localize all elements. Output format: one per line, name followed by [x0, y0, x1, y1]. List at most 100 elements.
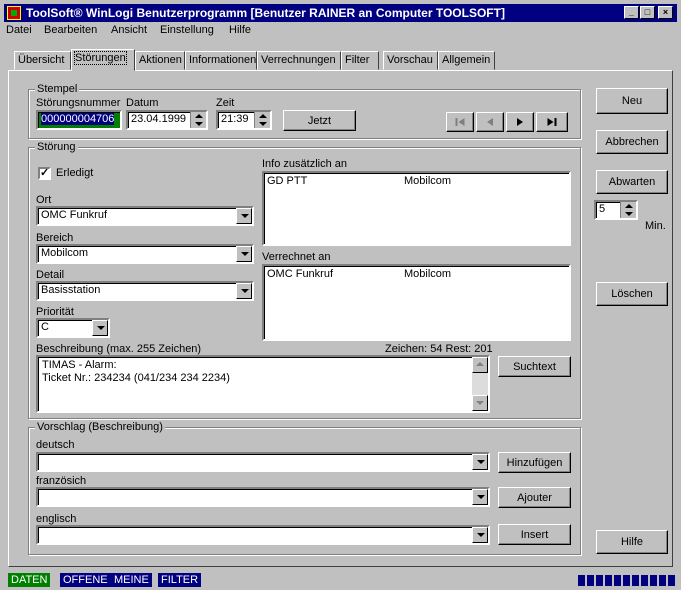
- franzoesisch-label: französich: [36, 475, 87, 487]
- neu-button[interactable]: Neu: [596, 88, 668, 114]
- bereich-select[interactable]: Mobilcom: [36, 244, 254, 264]
- tab-label: Übersicht: [18, 54, 65, 66]
- prioritaet-select[interactable]: C: [36, 318, 110, 338]
- beschreibung-label: Beschreibung (max. 255 Zeichen): [36, 343, 202, 355]
- erledigt-label: Erledigt: [56, 167, 94, 179]
- ajouter-button-label: Ajouter: [517, 491, 552, 504]
- abwarten-minutes-value: 5: [599, 203, 606, 215]
- loeschen-button-label: Löschen: [611, 288, 653, 300]
- tab-label: Verrechnungen: [261, 54, 336, 66]
- jetzt-button[interactable]: Jetzt: [283, 110, 356, 131]
- app-icon[interactable]: [7, 6, 21, 20]
- abwarten-spinner[interactable]: [620, 202, 636, 218]
- tab-vorschau[interactable]: Vorschau: [383, 51, 438, 70]
- hilfe-button-label: Hilfe: [620, 536, 643, 548]
- tab-aktionen[interactable]: Aktionen: [135, 51, 185, 70]
- menu-datei[interactable]: Datei: [6, 24, 32, 36]
- franzoesisch-dropdown-icon[interactable]: [472, 489, 488, 505]
- progress-block: [632, 575, 639, 586]
- abbrechen-button[interactable]: Abbrechen: [596, 130, 668, 154]
- abbrechen-button-label: Abbrechen: [605, 136, 659, 148]
- detail-select[interactable]: Basisstation: [36, 281, 254, 301]
- franzoesisch-select[interactable]: [36, 487, 490, 507]
- next-record-button[interactable]: [506, 112, 534, 132]
- minimize-button[interactable]: _: [624, 6, 639, 19]
- status-filter[interactable]: FILTER: [158, 573, 202, 587]
- ort-select[interactable]: OMC Funkruf: [36, 206, 254, 226]
- ort-dropdown-icon[interactable]: [236, 208, 252, 224]
- abwarten-button[interactable]: Abwarten: [596, 170, 668, 194]
- menu-einstellung[interactable]: Einstellung: [160, 24, 214, 36]
- stoerungsnummer-value: 000000004706: [41, 113, 115, 125]
- prioritaet-dropdown-icon[interactable]: [92, 320, 108, 336]
- zeit-field[interactable]: 21:39: [216, 110, 272, 130]
- progress-block: [623, 575, 630, 586]
- deutsch-select[interactable]: [36, 452, 490, 472]
- info-label: Info zusätzlich an: [262, 158, 347, 170]
- next-record-icon: [517, 118, 523, 126]
- suchtext-button-label: Suchtext: [513, 360, 556, 373]
- close-button[interactable]: ×: [658, 6, 673, 19]
- loeschen-button[interactable]: Löschen: [596, 282, 668, 306]
- status-daten[interactable]: DATEN: [8, 573, 51, 587]
- suchtext-button[interactable]: Suchtext: [498, 356, 571, 377]
- scroll-down-icon[interactable]: [472, 395, 488, 411]
- info-row-name[interactable]: GD PTT: [267, 175, 307, 187]
- tab-label: Filter: [345, 54, 370, 66]
- menu-hilfe[interactable]: Hilfe: [229, 24, 251, 36]
- englisch-dropdown-icon[interactable]: [472, 527, 488, 543]
- stempel-legend: Stempel: [35, 83, 80, 95]
- verrechnet-row-company[interactable]: Mobilcom: [404, 268, 451, 280]
- abwarten-minutes-field[interactable]: 5: [594, 200, 638, 220]
- menu-bearbeiten[interactable]: Bearbeiten: [44, 24, 97, 36]
- ajouter-button[interactable]: Ajouter: [498, 487, 571, 508]
- scroll-up-icon[interactable]: [472, 357, 488, 373]
- tab-informationen[interactable]: Informationen: [185, 51, 257, 70]
- maximize-button[interactable]: □: [640, 6, 655, 19]
- stoerungsnummer-label: Störungsnummer: [36, 97, 121, 109]
- erledigt-checkbox[interactable]: ✓: [38, 167, 51, 180]
- tab-label: Aktionen: [139, 54, 182, 66]
- tab-allgemein[interactable]: Allgemein: [438, 51, 495, 70]
- hilfe-button[interactable]: Hilfe: [596, 530, 668, 554]
- zeit-spinner[interactable]: [254, 112, 270, 128]
- hinzufuegen-button[interactable]: Hinzufügen: [498, 452, 571, 473]
- prioritaet-value: C: [41, 321, 49, 333]
- ort-value: OMC Funkruf: [41, 209, 108, 221]
- status-offene[interactable]: OFFENE: [60, 573, 111, 587]
- progress-block: [596, 575, 603, 586]
- menu-ansicht[interactable]: Ansicht: [111, 24, 147, 36]
- tab-verrechnungen[interactable]: Verrechnungen: [257, 51, 341, 70]
- verrechnet-row-name[interactable]: OMC Funkruf: [267, 268, 333, 280]
- progress-block: [605, 575, 612, 586]
- datum-spinner[interactable]: [190, 112, 206, 128]
- tab-label: Störungen: [74, 51, 127, 65]
- prev-record-icon: [487, 118, 493, 126]
- deutsch-dropdown-icon[interactable]: [472, 454, 488, 470]
- prev-record-button[interactable]: [476, 112, 504, 132]
- tab-stoerungen[interactable]: Störungen: [71, 49, 135, 71]
- verrechnet-label: Verrechnet an: [262, 251, 331, 263]
- info-row-company[interactable]: Mobilcom: [404, 175, 451, 187]
- vorschlag-legend: Vorschlag (Beschreibung): [35, 421, 165, 433]
- verrechnet-listbox[interactable]: OMC Funkruf Mobilcom: [262, 264, 571, 341]
- tab-filter[interactable]: Filter: [341, 51, 379, 70]
- last-record-button[interactable]: [536, 112, 568, 132]
- progress-block: [614, 575, 621, 586]
- beschreibung-scrollbar[interactable]: [472, 357, 488, 411]
- stoerungsnummer-field[interactable]: 000000004706: [36, 110, 122, 130]
- beschreibung-textarea[interactable]: TIMAS - Alarm: Ticket Nr.: 234234 (041/2…: [36, 355, 490, 413]
- status-meine[interactable]: MEINE: [111, 573, 152, 587]
- title-bar[interactable]: ToolSoft® WinLogi Benutzerprogramm [Benu…: [4, 4, 677, 22]
- bereich-dropdown-icon[interactable]: [236, 246, 252, 262]
- detail-dropdown-icon[interactable]: [236, 283, 252, 299]
- datum-field[interactable]: 23.04.1999: [126, 110, 208, 130]
- englisch-select[interactable]: [36, 525, 490, 545]
- first-record-button[interactable]: [446, 112, 474, 132]
- info-listbox[interactable]: GD PTT Mobilcom: [262, 171, 571, 246]
- zeichen-counter: Zeichen: 54 Rest: 201: [385, 343, 493, 355]
- tab-label: Allgemein: [442, 54, 491, 66]
- tab-uebersicht[interactable]: Übersicht: [14, 51, 71, 70]
- zeit-value: 21:39: [221, 113, 249, 125]
- insert-button[interactable]: Insert: [498, 524, 571, 545]
